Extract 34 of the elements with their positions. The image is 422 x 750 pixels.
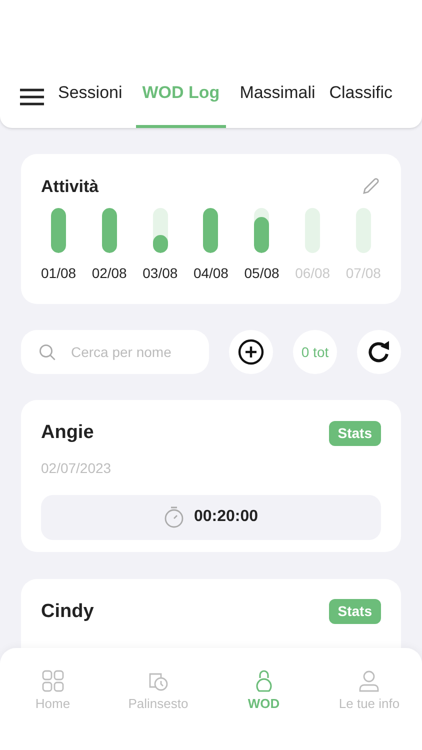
wod-card[interactable]: Angie Stats 02/07/2023 00:20:00 — [21, 400, 401, 552]
day-label: 04/08 — [193, 264, 228, 282]
wod-date: 02/07/2023 — [41, 458, 112, 478]
tab[interactable]: Sessioni — [58, 66, 122, 128]
card-title: Attività — [41, 176, 99, 198]
nav-item[interactable]: Le tue info — [316, 670, 422, 716]
day-label: 02/08 — [92, 264, 127, 282]
wod-time: 00:20:00 — [194, 507, 258, 527]
refresh-icon — [366, 339, 392, 365]
wod-name: Angie — [41, 421, 94, 445]
nav-item[interactable]: WOD — [211, 670, 316, 716]
tab[interactable]: WOD Log — [136, 66, 226, 128]
kettlebell-icon — [254, 670, 274, 692]
stats-button[interactable]: Stats — [328, 599, 381, 624]
day-label: 03/08 — [142, 264, 178, 282]
tab[interactable]: Classific — [329, 66, 393, 128]
add-button[interactable] — [229, 330, 273, 374]
plus-circle-icon — [238, 339, 264, 365]
nav-item[interactable]: Home — [0, 670, 106, 716]
wod-card[interactable]: Cindy Stats — [21, 578, 401, 648]
tab[interactable]: Massimali — [240, 66, 316, 128]
stats-button[interactable]: Stats — [328, 420, 381, 446]
total-count: 0 tot — [293, 330, 337, 374]
search-icon — [39, 344, 56, 361]
search-field[interactable]: Cerca per nome — [21, 330, 209, 374]
day-label: 01/08 — [41, 264, 76, 282]
person-icon — [358, 670, 380, 692]
day-label: 05/08 — [244, 264, 280, 282]
nav-item[interactable]: Palinsesto — [106, 670, 211, 716]
refresh-button[interactable] — [357, 330, 401, 374]
wod-name: Cindy — [41, 600, 94, 624]
stopwatch-icon — [164, 506, 184, 528]
grid-icon — [42, 670, 64, 692]
menu-icon[interactable] — [20, 88, 44, 106]
